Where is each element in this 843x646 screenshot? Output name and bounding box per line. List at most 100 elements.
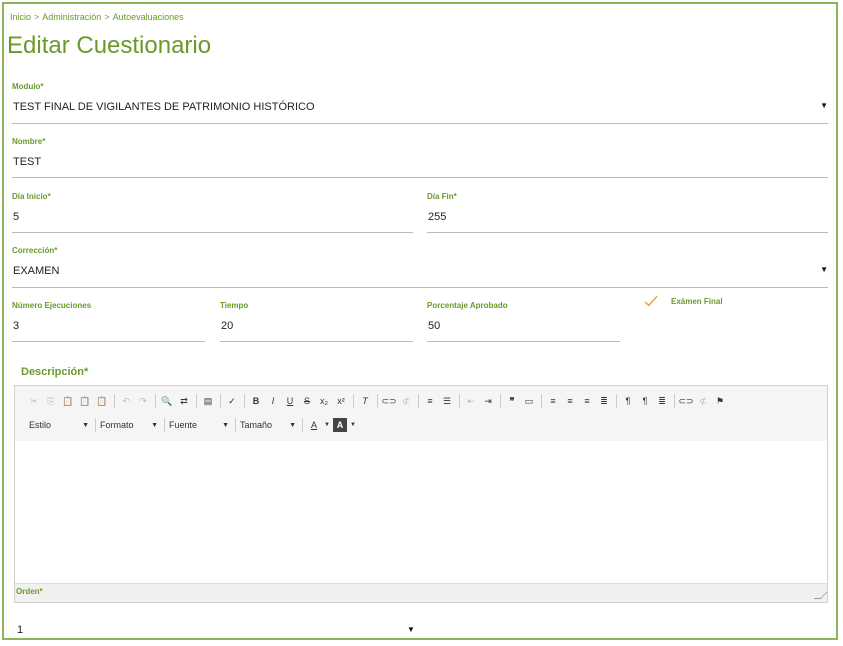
align-left-icon[interactable]: ≡: [546, 394, 560, 408]
redo-icon[interactable]: ↷: [136, 394, 150, 408]
toolbar-separator: [220, 394, 221, 408]
correccion-select[interactable]: Corrección* EXAMEN ▼: [12, 246, 828, 288]
chevron-down-icon[interactable]: ▼: [407, 625, 415, 634]
checkmark-icon: [644, 295, 658, 307]
tiempo-input[interactable]: Tiempo 20: [220, 301, 413, 342]
anchor-flag-icon[interactable]: ⚑: [713, 394, 727, 408]
editor-content-area[interactable]: [15, 441, 827, 584]
numero-ejecuciones-input[interactable]: Número Ejecuciones 3: [12, 301, 205, 342]
toolbar-separator: [95, 418, 96, 432]
link-icon[interactable]: ⊂⊃: [381, 394, 396, 408]
page-title: Editar Cuestionario: [7, 32, 212, 59]
undo-icon[interactable]: ↶: [119, 394, 133, 408]
align-center-icon[interactable]: ≡: [563, 394, 577, 408]
orden-label: Orden*: [16, 587, 43, 596]
toolbar-separator: [155, 394, 156, 408]
fuente-label: Fuente: [169, 420, 198, 430]
underline-icon[interactable]: U: [283, 394, 297, 408]
dia-inicio-value: 5: [13, 211, 20, 223]
tamano-label: Tamaño: [240, 420, 273, 430]
formato-label: Formato: [100, 420, 134, 430]
resize-handle-icon[interactable]: [813, 592, 828, 599]
tiempo-value: 20: [221, 320, 234, 332]
chevron-down-icon: ▼: [82, 421, 89, 429]
chevron-down-icon: ▼: [324, 422, 330, 428]
align-right-icon[interactable]: ≡: [580, 394, 594, 408]
toolbar-separator: [353, 394, 354, 408]
nombre-label: Nombre*: [12, 137, 46, 146]
tamano-dropdown[interactable]: Tamaño ▼: [240, 420, 296, 430]
numero-ejecuciones-label: Número Ejecuciones: [12, 301, 92, 310]
toolbar-separator: [244, 394, 245, 408]
subscript-icon[interactable]: x₂: [317, 394, 331, 408]
div-container-icon[interactable]: ▭: [522, 394, 536, 408]
cut-icon[interactable]: ✂: [27, 394, 41, 408]
toolbar-separator: [541, 394, 542, 408]
replace-icon[interactable]: ⇄: [177, 394, 191, 408]
numbered-list-icon[interactable]: ≡: [423, 394, 437, 408]
superscript-icon[interactable]: x²: [334, 394, 348, 408]
breadcrumb-autoevaluaciones[interactable]: Autoevaluaciones: [113, 12, 184, 22]
outdent-icon[interactable]: ⇤: [464, 394, 478, 408]
field-underline: [427, 341, 620, 342]
field-underline: [12, 123, 828, 124]
dia-inicio-input[interactable]: Día Inicio* 5: [12, 192, 413, 233]
bold-icon[interactable]: B: [249, 394, 263, 408]
chevron-down-icon: ▼: [222, 421, 229, 429]
correccion-label: Corrección*: [12, 246, 58, 255]
field-underline: [12, 287, 828, 288]
strikethrough-icon[interactable]: S: [300, 394, 314, 408]
chevron-down-icon: ▼: [289, 421, 296, 429]
toolbar-row-1: ✂ ⎘ 📋 📋 📋 ↶ ↷ 🔍 ⇄ ▤ ✓ B I U S x₂ x² T ⊂⊃…: [27, 392, 730, 410]
unlink-icon[interactable]: ⊄: [399, 394, 413, 408]
field-underline: [12, 232, 413, 233]
orden-value[interactable]: 1: [17, 624, 23, 636]
estilo-dropdown[interactable]: Estilo ▼: [29, 420, 89, 430]
nombre-input[interactable]: Nombre* TEST: [12, 137, 828, 178]
unlink2-icon[interactable]: ⊄: [696, 394, 710, 408]
link2-icon[interactable]: ⊂⊃: [678, 394, 693, 408]
breadcrumb: Inicio > Administración > Autoevaluaciones: [10, 12, 184, 22]
fuente-dropdown[interactable]: Fuente ▼: [169, 420, 229, 430]
nombre-value: TEST: [13, 156, 42, 168]
align-justify-icon[interactable]: ≣: [597, 394, 611, 408]
background-color-icon[interactable]: A: [333, 418, 347, 432]
remove-format-icon[interactable]: T: [358, 394, 372, 408]
toolbar-separator: [377, 394, 378, 408]
italic-icon[interactable]: I: [266, 394, 280, 408]
correccion-value: EXAMEN: [13, 265, 60, 277]
toolbar-separator: [500, 394, 501, 408]
breadcrumb-home[interactable]: Inicio: [10, 12, 31, 22]
porcentaje-aprobado-value: 50: [428, 320, 441, 332]
dia-fin-input[interactable]: Día Fin* 255: [427, 192, 828, 233]
tiempo-label: Tiempo: [220, 301, 249, 310]
paste-word-icon[interactable]: 📋: [95, 394, 109, 408]
toolbar-separator: [674, 394, 675, 408]
rtl-icon[interactable]: ¶: [638, 394, 652, 408]
find-icon[interactable]: 🔍: [160, 394, 174, 408]
paste-icon[interactable]: 📋: [61, 394, 75, 408]
paste-text-icon[interactable]: 📋: [78, 394, 92, 408]
toolbar-separator: [302, 418, 303, 432]
indent-icon[interactable]: ⇥: [481, 394, 495, 408]
toolbar-separator: [114, 394, 115, 408]
text-color-icon[interactable]: A: [307, 418, 321, 432]
dia-fin-value: 255: [428, 211, 447, 223]
ltr-icon[interactable]: ¶: [621, 394, 635, 408]
chevron-down-icon: ▼: [350, 422, 356, 428]
modulo-select[interactable]: Modulo* TEST FINAL DE VIGILANTES DE PATR…: [12, 82, 828, 124]
porcentaje-aprobado-input[interactable]: Porcentaje Aprobado 50: [427, 301, 620, 342]
language-icon[interactable]: ≣: [655, 394, 669, 408]
chevron-down-icon: ▼: [151, 421, 158, 429]
formato-dropdown[interactable]: Formato ▼: [100, 420, 158, 430]
modulo-label: Modulo*: [12, 82, 44, 91]
blockquote-icon[interactable]: ❞: [505, 394, 519, 408]
copy-icon[interactable]: ⎘: [44, 394, 58, 408]
spellcheck-icon[interactable]: ✓: [225, 394, 239, 408]
bulleted-list-icon[interactable]: ☰: [440, 394, 454, 408]
toolbar-separator: [459, 394, 460, 408]
select-all-icon[interactable]: ▤: [201, 394, 215, 408]
breadcrumb-administracion[interactable]: Administración: [42, 12, 101, 22]
toolbar-separator: [164, 418, 165, 432]
toolbar-row-2: Estilo ▼ Formato ▼ Fuente ▼ Tamaño ▼ A ▼ A ▼: [29, 416, 359, 434]
